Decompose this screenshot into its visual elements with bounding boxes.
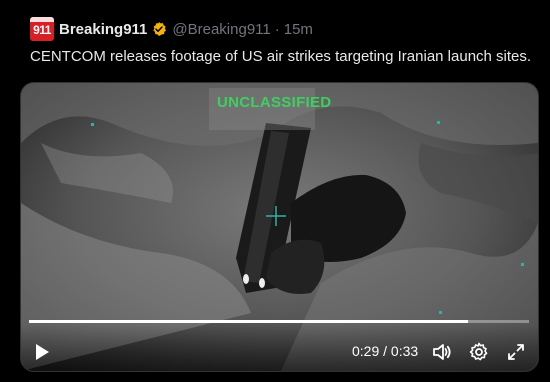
separator-dot: ·: [274, 20, 280, 38]
progress-bar[interactable]: [29, 320, 529, 323]
time-total: 0:33: [390, 343, 419, 359]
time-sep: /: [383, 343, 391, 359]
timestamp[interactable]: 15m: [284, 21, 313, 38]
controls-gradient: [21, 325, 538, 371]
settings-icon[interactable]: [469, 342, 489, 362]
handle[interactable]: @Breaking911: [172, 21, 270, 38]
tweet-card[interactable]: 911 Breaking911 @Breaking911 · 15m CENTC…: [0, 0, 550, 382]
time-display: 0:29 / 0:33: [352, 343, 418, 359]
display-name[interactable]: Breaking911: [59, 21, 147, 38]
tweet-header: 911 Breaking911 @Breaking911 · 15m: [30, 17, 313, 41]
video-player[interactable]: UNCLASSIFIED 0:29 / 0:33: [20, 82, 539, 372]
fullscreen-icon[interactable]: [506, 342, 526, 362]
avatar[interactable]: 911: [30, 17, 54, 41]
play-icon[interactable]: [33, 342, 51, 362]
time-current: 0:29: [352, 343, 380, 359]
volume-icon[interactable]: [432, 342, 452, 362]
avatar-logo-text: 911: [33, 23, 51, 37]
progress-fill: [29, 320, 469, 323]
verified-badge-icon: [153, 22, 167, 36]
classification-label: UNCLASSIFIED: [217, 94, 332, 111]
tweet-text: CENTCOM releases footage of US air strik…: [30, 48, 532, 65]
